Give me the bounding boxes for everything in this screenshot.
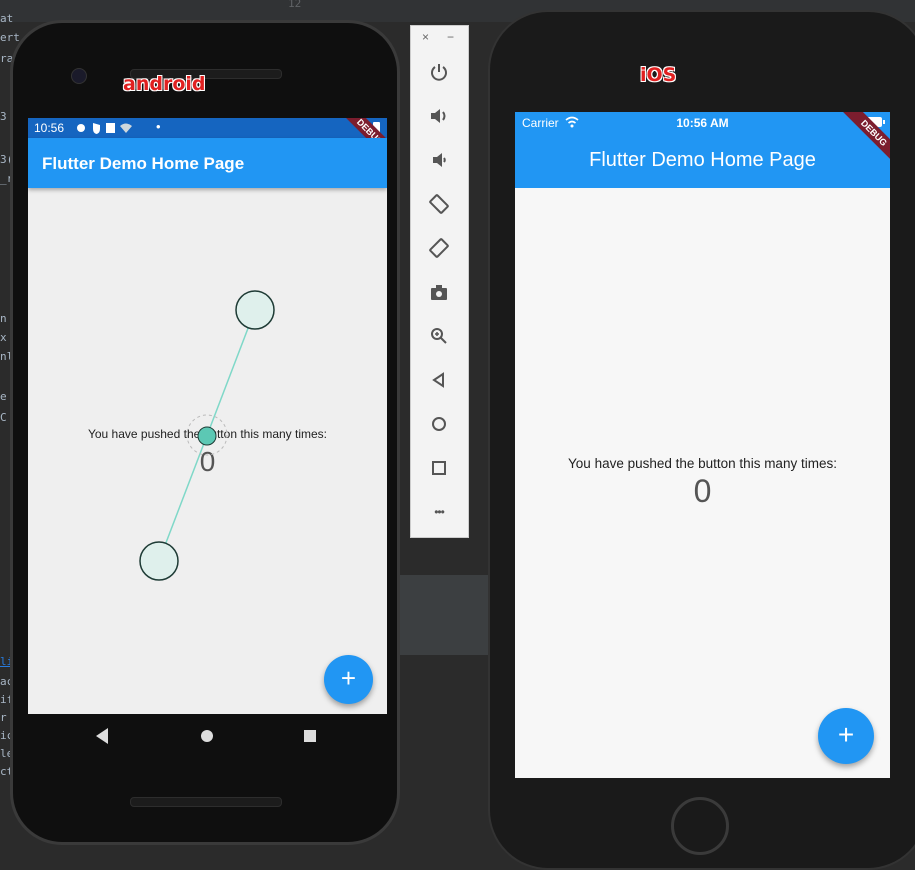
ide-line-number: 12 [288,0,302,10]
ide-code-fragment: r [0,711,7,724]
home-icon[interactable] [201,730,213,742]
android-label: android [123,73,206,95]
ios-counter: 0 [693,473,712,509]
ide-code-fragment: n [0,312,7,325]
ide-code-fragment: ert [0,31,20,44]
ios-body-text: You have pushed the button this many tim… [568,456,837,471]
ide-code-fragment: C [0,411,7,424]
android-bottom-speaker [130,797,282,807]
camera-icon[interactable] [425,278,453,306]
android-screen[interactable]: 10:56 • DEBUG Flutter Demo Home Page You… [28,118,387,714]
rotate-left-icon[interactable] [425,190,453,218]
ide-code-fragment: e [0,390,7,403]
home-icon[interactable] [425,410,453,438]
ios-screen[interactable]: Carrier 10:56 AM Flutter Demo Home Page … [515,112,890,778]
more-icon[interactable]: ••• [425,498,453,526]
android-multitouch-overlay[interactable] [28,118,387,714]
overview-icon[interactable] [425,454,453,482]
ios-label: iOS [640,64,677,86]
recents-icon[interactable] [304,730,316,742]
ios-status-time: 10:56 AM [676,116,729,130]
touch-pivot[interactable] [197,426,217,446]
ios-app-title: Flutter Demo Home Page [589,149,816,171]
back-icon[interactable] [425,366,453,394]
volume-down-icon[interactable] [425,146,453,174]
ios-fab-increment-button[interactable]: + [818,708,874,764]
android-nav-bar [28,714,387,756]
ios-app-bar: Carrier 10:56 AM Flutter Demo Home Page [515,112,890,188]
ide-code-fragment: 3 [0,110,7,123]
android-fab-increment-button[interactable]: + [324,655,373,704]
ios-status-bar: Carrier 10:56 AM [515,112,890,132]
zoom-icon[interactable] [425,322,453,350]
toolbar-close-button[interactable]: × [422,30,429,44]
ide-code-fragment: at [0,12,14,25]
ios-home-button[interactable] [671,797,729,855]
volume-up-icon[interactable] [425,102,453,130]
touch-point-bottom[interactable] [139,541,179,581]
power-icon[interactable] [425,58,453,86]
touch-point-top[interactable] [235,290,275,330]
android-camera [71,68,87,84]
ide-code-fragment: x [0,331,7,344]
rotate-right-icon[interactable] [425,234,453,262]
android-device-frame: android 10:56 • DEBUG Flutter Demo Home … [10,20,400,845]
toolbar-minimize-button[interactable]: − [447,30,454,44]
emulator-toolbar: × − ••• [410,25,469,538]
back-icon[interactable] [96,728,108,744]
ide-side-panel [400,575,500,655]
